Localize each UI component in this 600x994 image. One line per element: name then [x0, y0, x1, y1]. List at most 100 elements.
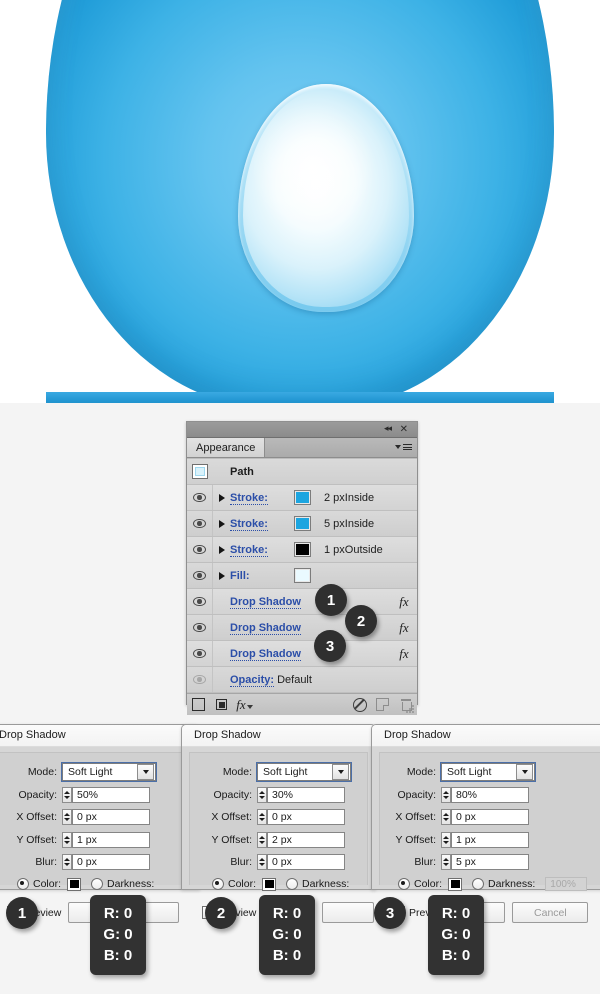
eye-icon: [193, 519, 206, 528]
dialog-1-blur-input[interactable]: 0 px: [72, 854, 150, 871]
stroke-align-2[interactable]: Inside: [345, 518, 374, 530]
appearance-row-stroke-3[interactable]: Stroke: 1 pxOutside: [187, 537, 417, 563]
dialog-2-xoffset-stepper[interactable]: [257, 809, 267, 826]
opacity-link[interactable]: Opacity:: [230, 673, 275, 687]
dialog-2-opacity-field: Opacity: 30%: [190, 784, 367, 807]
fx-icon-3[interactable]: fx: [399, 646, 408, 661]
dialog-1-yoffset-stepper[interactable]: [62, 831, 72, 848]
dialog-3-opacity-stepper[interactable]: [441, 786, 451, 803]
duplicate-item-button[interactable]: [371, 698, 394, 711]
dialog-3-mode-select[interactable]: Soft Light: [441, 763, 535, 782]
dialog-2-darkness-radio[interactable]: [286, 878, 299, 890]
chevron-down-icon[interactable]: [332, 764, 349, 781]
dialog-2-color-radio[interactable]: [212, 878, 224, 890]
stroke-color-swatch-1[interactable]: [294, 490, 311, 505]
chevron-down-icon[interactable]: [516, 764, 533, 781]
visibility-toggle-stroke-1[interactable]: [187, 485, 213, 510]
stroke-weight-3[interactable]: 1 px: [324, 544, 345, 556]
appearance-row-dropshadow-1[interactable]: Drop Shadow fx: [187, 589, 417, 615]
fill-color-swatch[interactable]: [294, 568, 311, 583]
expand-fill[interactable]: [213, 571, 230, 580]
dialog-2-color-label: Color:: [228, 878, 257, 890]
stroke-weight-1[interactable]: 2 px: [324, 492, 345, 504]
dialog-3-yoffset-stepper[interactable]: [441, 831, 451, 848]
add-new-fill-button[interactable]: [210, 699, 233, 710]
fx-icon-1[interactable]: fx: [399, 594, 408, 609]
visibility-toggle-opacity[interactable]: [187, 667, 213, 692]
clear-appearance-button[interactable]: [348, 697, 371, 712]
fx-icon-2[interactable]: fx: [399, 620, 408, 635]
resize-grip-icon[interactable]: [406, 705, 415, 714]
egg-base-crop: [46, 392, 554, 403]
visibility-toggle-stroke-3[interactable]: [187, 537, 213, 562]
fill-label[interactable]: Fill:: [230, 570, 250, 582]
dialog-2-mode-select[interactable]: Soft Light: [257, 763, 351, 782]
dialog-3-cancel-button[interactable]: Cancel: [512, 902, 589, 923]
dialog-1-blur-stepper[interactable]: [62, 854, 72, 871]
add-new-stroke-icon: [192, 698, 205, 711]
appearance-row-dropshadow-2[interactable]: Drop Shadow fx: [187, 615, 417, 641]
dialog-3-blur-stepper[interactable]: [441, 854, 451, 871]
visibility-toggle-dropshadow-1[interactable]: [187, 589, 213, 614]
dropshadow-link-3[interactable]: Drop Shadow: [230, 647, 301, 661]
visibility-toggle-dropshadow-3[interactable]: [187, 641, 213, 666]
dialog-1-opacity-input[interactable]: 50%: [72, 786, 150, 803]
dialog-3-yoffset-input[interactable]: 1 px: [451, 831, 529, 848]
dialog-1-xoffset-stepper[interactable]: [62, 809, 72, 826]
appearance-path-row[interactable]: Path: [187, 459, 417, 485]
dialog-1-xoffset-input[interactable]: 0 px: [72, 809, 150, 826]
stroke-link-3[interactable]: Stroke:: [230, 543, 268, 557]
add-new-effect-button[interactable]: fx: [233, 697, 256, 713]
dialog-1-color-radio[interactable]: [17, 878, 29, 890]
dialog-2-yoffset-stepper[interactable]: [257, 831, 267, 848]
close-panel-icon[interactable]: ✕: [400, 423, 408, 436]
panel-menu-icon[interactable]: [395, 441, 413, 453]
dialog-2-opacity-input[interactable]: 30%: [267, 786, 345, 803]
dialog-3-color-swatch[interactable]: [448, 877, 463, 891]
dialog-2-blur-stepper[interactable]: [257, 854, 267, 871]
stroke-link-2[interactable]: Stroke:: [230, 517, 268, 531]
expand-stroke-2[interactable]: [213, 519, 230, 528]
appearance-row-stroke-2[interactable]: Stroke: 5 pxInside: [187, 511, 417, 537]
stroke-align-1[interactable]: Inside: [345, 492, 374, 504]
dialog-1-opacity-stepper[interactable]: [62, 786, 72, 803]
dialog-2-color-swatch[interactable]: [262, 877, 277, 891]
collapse-panel-icon[interactable]: ◂◂: [384, 423, 392, 436]
dialog-2-yoffset-input[interactable]: 2 px: [267, 831, 345, 848]
dialog-2-cancel-button[interactable]: [322, 902, 375, 923]
stroke-color-swatch-2[interactable]: [294, 516, 311, 531]
callout-badge-2: 2: [345, 605, 377, 637]
dialog-2-xoffset-input[interactable]: 0 px: [267, 809, 345, 826]
visibility-toggle-fill[interactable]: [187, 563, 213, 588]
dialog-1-mode-select[interactable]: Soft Light: [62, 763, 156, 782]
dialog-3-opacity-input[interactable]: 80%: [451, 786, 529, 803]
dialog-3-blur-input[interactable]: 5 px: [451, 854, 529, 871]
add-new-stroke-button[interactable]: [187, 698, 210, 711]
expand-stroke-3[interactable]: [213, 545, 230, 554]
tab-appearance[interactable]: Appearance: [187, 438, 266, 457]
dialog-2-opacity-stepper[interactable]: [257, 786, 267, 803]
dropshadow-link-2[interactable]: Drop Shadow: [230, 621, 301, 635]
dialog-3-color-radio[interactable]: [398, 878, 410, 890]
dialog-3-darkness-radio[interactable]: [472, 878, 485, 890]
dialog-1-yoffset-input[interactable]: 1 px: [72, 831, 150, 848]
stroke-weight-2[interactable]: 5 px: [324, 518, 345, 530]
dialog-1-darkness-radio[interactable]: [91, 878, 104, 890]
visibility-toggle-dropshadow-2[interactable]: [187, 615, 213, 640]
dialog-1-color-swatch[interactable]: [67, 877, 82, 891]
visibility-toggle-stroke-2[interactable]: [187, 511, 213, 536]
expand-stroke-1[interactable]: [213, 493, 230, 502]
stroke-link-1[interactable]: Stroke:: [230, 491, 268, 505]
dropshadow-link-1[interactable]: Drop Shadow: [230, 595, 301, 609]
chevron-down-icon[interactable]: [137, 764, 154, 781]
dialog-2-blur-input[interactable]: 0 px: [267, 854, 345, 871]
dialog-3-xoffset-stepper[interactable]: [441, 809, 451, 826]
appearance-row-dropshadow-3[interactable]: Drop Shadow fx: [187, 641, 417, 667]
appearance-row-stroke-1[interactable]: Stroke: 2 pxInside: [187, 485, 417, 511]
dialog-3-xoffset-input[interactable]: 0 px: [451, 809, 529, 826]
stroke-align-3[interactable]: Outside: [345, 544, 383, 556]
stroke-color-swatch-3[interactable]: [294, 542, 311, 557]
appearance-row-fill[interactable]: Fill:: [187, 563, 417, 589]
panel-menu-lines-icon: [403, 444, 412, 450]
appearance-row-opacity[interactable]: Opacity: Default: [187, 667, 417, 693]
